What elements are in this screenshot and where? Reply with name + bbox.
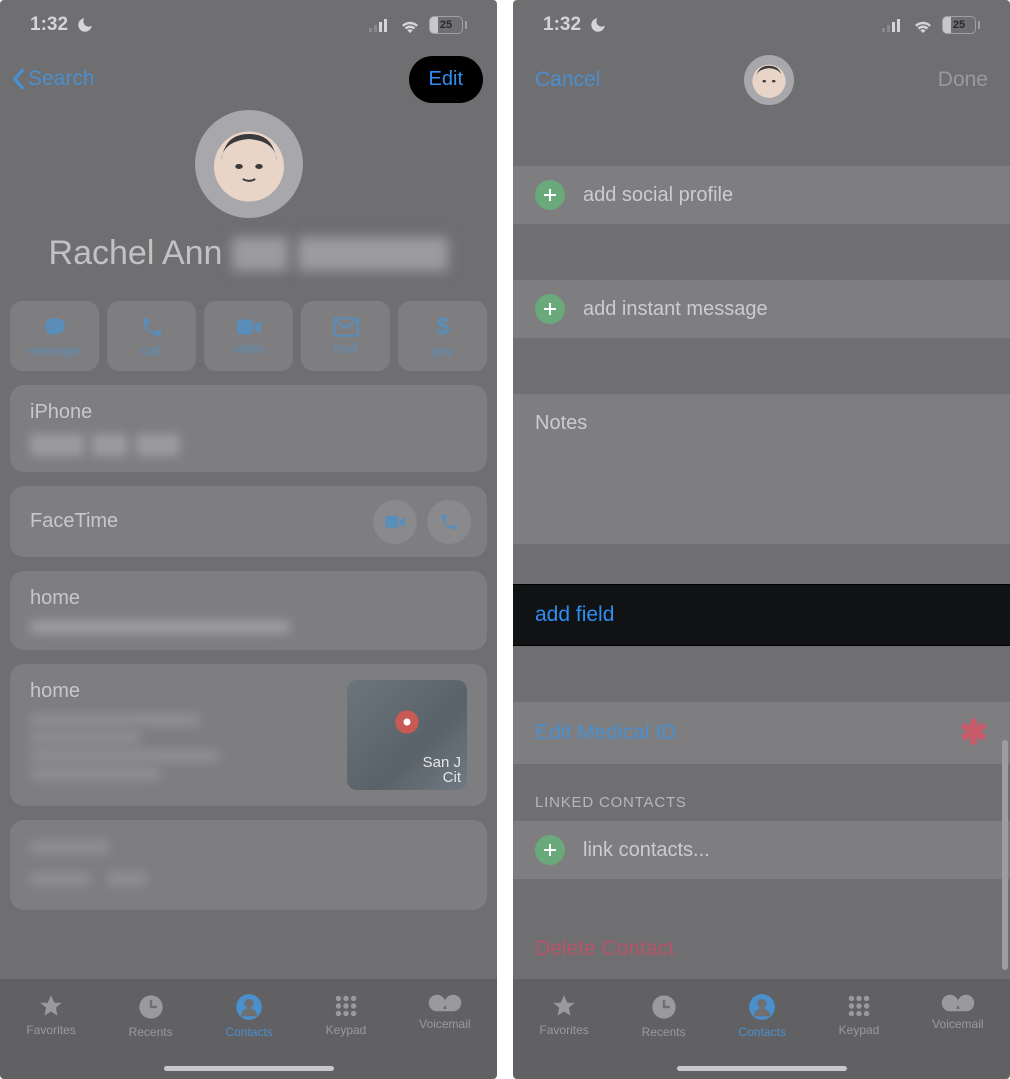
contact-avatar[interactable] <box>195 110 303 218</box>
back-button[interactable]: Search <box>10 67 95 91</box>
svg-text:$: $ <box>436 315 450 339</box>
email-label: home <box>30 587 467 610</box>
tab-favorites[interactable]: Favorites <box>26 993 75 1037</box>
add-social-label: add social profile <box>583 184 733 207</box>
tab-bar: Favorites Recents Contacts Keypad Voicem… <box>0 979 497 1079</box>
cellular-icon <box>882 18 904 32</box>
add-social-profile-row[interactable]: add social profile <box>513 166 1010 224</box>
moon-icon <box>589 16 607 34</box>
tab-voicemail[interactable]: Voicemail <box>932 993 983 1031</box>
status-time: 1:32 <box>30 14 68 36</box>
done-button[interactable]: Done <box>938 68 988 92</box>
tab-contacts[interactable]: Contacts <box>738 993 785 1039</box>
link-contacts-label: link contacts... <box>583 839 710 862</box>
qa-pay[interactable]: $pay <box>398 301 487 371</box>
notes-label: Notes <box>535 412 587 434</box>
phone-card[interactable]: iPhone <box>10 385 487 472</box>
tab-contacts[interactable]: Contacts <box>225 993 272 1039</box>
add-im-label: add instant message <box>583 298 768 321</box>
add-field-label: add field <box>535 603 614 627</box>
contact-avatar-small[interactable] <box>744 55 794 105</box>
moon-icon <box>76 16 94 34</box>
linked-contacts-header: LINKED CONTACTS <box>513 794 1010 821</box>
tab-recents[interactable]: Recents <box>129 993 173 1039</box>
phone-number-redacted <box>30 434 467 456</box>
chevron-left-icon <box>10 68 26 90</box>
tab-bar: Favorites Recents Contacts Keypad Voicem… <box>513 979 1010 1079</box>
status-bar: 1:32 25 <box>513 0 1010 50</box>
qa-mail[interactable]: mail <box>301 301 390 371</box>
medical-id-label: Edit Medical ID <box>535 721 676 745</box>
contact-view-screen: 1:32 25 Search Edit Rachel Ann message c… <box>0 0 497 1079</box>
phone-label: iPhone <box>30 401 467 424</box>
facetime-audio-button[interactable] <box>427 500 471 544</box>
delete-contact-row[interactable]: Delete Contact <box>513 919 1010 979</box>
contact-edit-screen: 1:32 25 Cancel Done add social profile a… <box>513 0 1010 1079</box>
facetime-card: FaceTime <box>10 486 487 557</box>
qa-message[interactable]: message <box>10 301 99 371</box>
tab-voicemail[interactable]: Voicemail <box>419 993 470 1031</box>
edit-button[interactable]: Edit <box>409 56 483 103</box>
facetime-video-button[interactable] <box>373 500 417 544</box>
email-card[interactable]: home <box>10 571 487 650</box>
notes-field[interactable]: Notes <box>513 394 1010 544</box>
add-field-row[interactable]: add field <box>513 584 1010 646</box>
back-label: Search <box>28 67 95 91</box>
address-label: home <box>30 680 333 703</box>
nav-bar: Cancel Done <box>513 50 1010 110</box>
qa-video[interactable]: video <box>204 301 293 371</box>
cellular-icon <box>369 18 391 32</box>
tab-keypad[interactable]: Keypad <box>326 993 367 1037</box>
scroll-indicator[interactable] <box>1002 740 1008 970</box>
tab-keypad[interactable]: Keypad <box>839 993 880 1037</box>
plus-icon <box>535 180 565 210</box>
facetime-label: FaceTime <box>30 510 118 532</box>
tab-recents[interactable]: Recents <box>642 993 686 1039</box>
extra-card[interactable] <box>10 820 487 910</box>
home-indicator[interactable] <box>677 1066 847 1071</box>
address-card[interactable]: home San JCit <box>10 664 487 806</box>
link-contacts-row[interactable]: link contacts... <box>513 821 1010 879</box>
quick-action-row: message call video mail $pay <box>0 301 497 385</box>
home-indicator[interactable] <box>164 1066 334 1071</box>
cancel-button[interactable]: Cancel <box>535 68 600 92</box>
add-instant-message-row[interactable]: add instant message <box>513 280 1010 338</box>
plus-icon <box>535 294 565 324</box>
address-redacted <box>30 713 333 781</box>
battery-indicator: 25 <box>942 16 980 34</box>
contact-name: Rachel Ann <box>0 234 497 301</box>
qa-call[interactable]: call <box>107 301 196 371</box>
medical-id-icon: ✱ <box>960 713 989 753</box>
wifi-icon <box>399 17 421 33</box>
edit-medical-id-row[interactable]: Edit Medical ID ✱ <box>513 702 1010 764</box>
battery-indicator: 25 <box>429 16 467 34</box>
status-bar: 1:32 25 <box>0 0 497 50</box>
status-time: 1:32 <box>543 14 581 36</box>
wifi-icon <box>912 17 934 33</box>
delete-label: Delete Contact <box>535 937 674 961</box>
tab-favorites[interactable]: Favorites <box>539 993 588 1037</box>
map-thumbnail[interactable]: San JCit <box>347 680 467 790</box>
email-redacted <box>30 620 467 634</box>
map-pin-icon <box>393 708 421 736</box>
plus-icon <box>535 835 565 865</box>
nav-bar: Search Edit <box>0 50 497 104</box>
